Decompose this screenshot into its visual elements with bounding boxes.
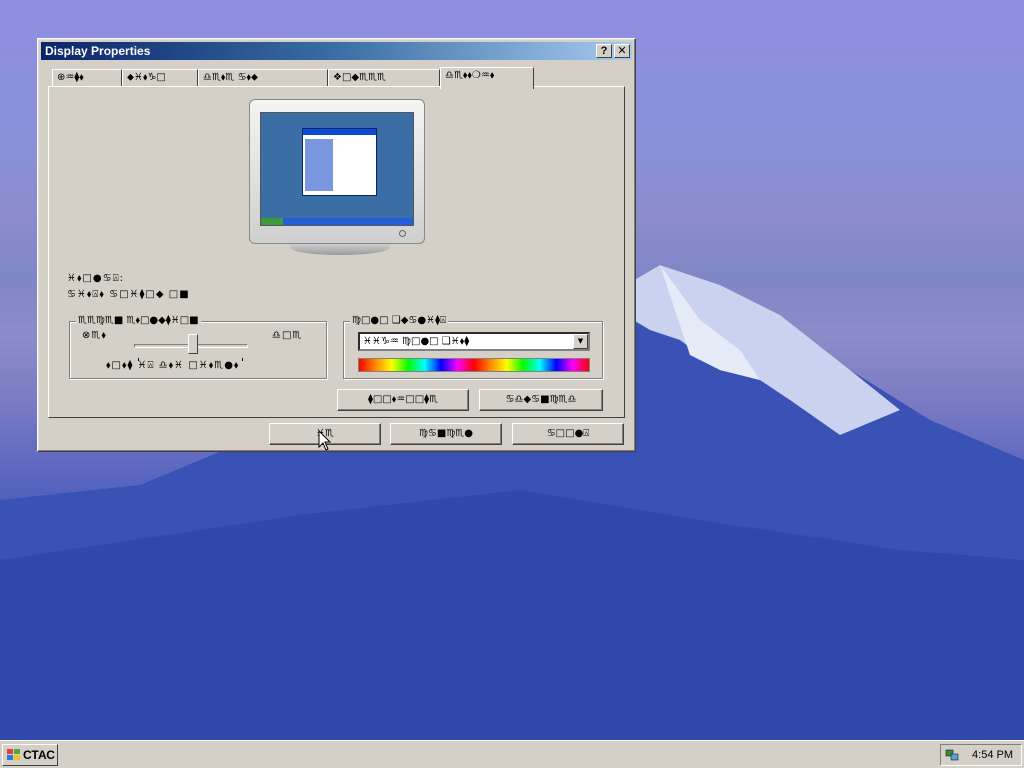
preview-taskbar <box>261 218 413 225</box>
display-properties-dialog: Display Properties ? ✕ ⊕♒︎⧫︎⬧︎ ⬥︎♓︎⬧︎♑︎□… <box>37 38 636 452</box>
help-button[interactable]: ? <box>596 44 612 58</box>
advanced-button[interactable]: ♋︎♎︎◆︎♋︎■︎♍︎♏︎♎︎ <box>479 389 603 411</box>
windows-logo-icon <box>7 749 20 761</box>
troubleshoot-button[interactable]: ⧫︎□︎□︎⬧︎♒︎□︎□︎⧫︎♏︎ <box>337 389 469 411</box>
monitor-bezel <box>249 99 425 244</box>
color-spectrum-bar <box>358 358 590 372</box>
resolution-more-label: ♎︎□︎♏︎ <box>272 330 303 341</box>
preview-window <box>302 128 377 196</box>
apply-button[interactable]: ♋︎□︎□︎●︎⍓︎ <box>512 423 624 445</box>
screen-resolution-title: ♏︎♏︎♍︎♏︎■︎ ♏︎⬧︎□︎●︎◆︎⧫︎♓︎□︎■︎ <box>76 315 201 326</box>
settings-panel: ♓︎⬧︎□︎●︎♋︎⍓︎: ♋︎♓︎⬧︎⍓︎⬧︎ ♋︎□︎♓︎⧫︎□︎◆︎ □︎… <box>48 86 625 418</box>
close-button[interactable]: ✕ <box>614 44 630 58</box>
color-quality-select[interactable]: ♓︎♓︎♑︎♒︎ ♍︎□︎●︎□︎ ❑︎♓︎⬧︎⧫︎ ▼ <box>358 332 590 351</box>
resolution-less-label: ⊗♏︎⬧︎ <box>82 330 107 341</box>
color-quality-title: ♍︎□︎●︎□︎ ❑︎◆︎♋︎●︎♓︎⧫︎⍓︎ <box>350 315 449 326</box>
tab-settings[interactable]: ♎︎♏︎⬧︎⬧︎❍︎♒︎⬧︎ <box>440 67 534 89</box>
tab-1[interactable]: ⬥︎♓︎⬧︎♑︎□︎ <box>122 69 198 87</box>
clock[interactable]: 4:54 PM <box>972 749 1013 761</box>
chevron-down-icon[interactable]: ▼ <box>573 334 588 349</box>
titlebar[interactable]: Display Properties ? ✕ <box>41 42 632 60</box>
start-label: СТАС <box>23 748 55 762</box>
monitor-preview <box>249 99 427 255</box>
system-tray: 4:54 PM <box>940 744 1022 766</box>
power-icon <box>399 230 406 237</box>
slider-tick <box>242 358 243 361</box>
window-title: Display Properties <box>45 44 151 58</box>
taskbar: СТАС 4:54 PM <box>0 740 1024 768</box>
color-quality-group: ♍︎□︎●︎□︎ ❑︎◆︎♋︎●︎♓︎⧫︎⍓︎ ♓︎♓︎♑︎♒︎ ♍︎□︎●︎□… <box>343 315 603 379</box>
start-button[interactable]: СТАС <box>2 744 58 766</box>
tab-2[interactable]: ♎︎♏︎⬧︎♏︎ ♋︎⬧︎⬥︎ <box>198 69 328 87</box>
display-value: ♋︎♓︎⬧︎⍓︎⬧︎ ♋︎□︎♓︎⧫︎□︎◆︎ □︎■︎ <box>67 289 190 300</box>
resolution-value: ⬧︎□︎⬧︎⧫︎ ♓︎⍓︎ ♎︎⬧︎♓︎ □︎♓︎⬧︎♏︎●︎⬧︎ <box>106 360 240 371</box>
resolution-slider-thumb[interactable] <box>188 334 198 354</box>
mouse-cursor-icon <box>318 430 332 451</box>
color-quality-value: ♓︎♓︎♑︎♒︎ ♍︎□︎●︎□︎ ❑︎♓︎⬧︎⧫︎ <box>363 336 470 347</box>
tab-4[interactable]: ❖︎□︎◆︎♏︎♏︎♏︎ <box>328 69 440 87</box>
monitor-screen <box>260 112 414 226</box>
display-label: ♓︎⬧︎□︎●︎♋︎⍓︎: <box>67 273 124 284</box>
tab-0[interactable]: ⊕♒︎⧫︎⬧︎ <box>52 69 122 87</box>
network-icon[interactable] <box>945 748 959 762</box>
screen-resolution-group: ♏︎♏︎♍︎♏︎■︎ ♏︎⬧︎□︎●︎◆︎⧫︎♓︎□︎■︎ ⊗♏︎⬧︎ ♎︎□︎… <box>69 315 327 379</box>
cancel-button[interactable]: ♍︎♋︎■︎♍︎♏︎●︎ <box>390 423 502 445</box>
